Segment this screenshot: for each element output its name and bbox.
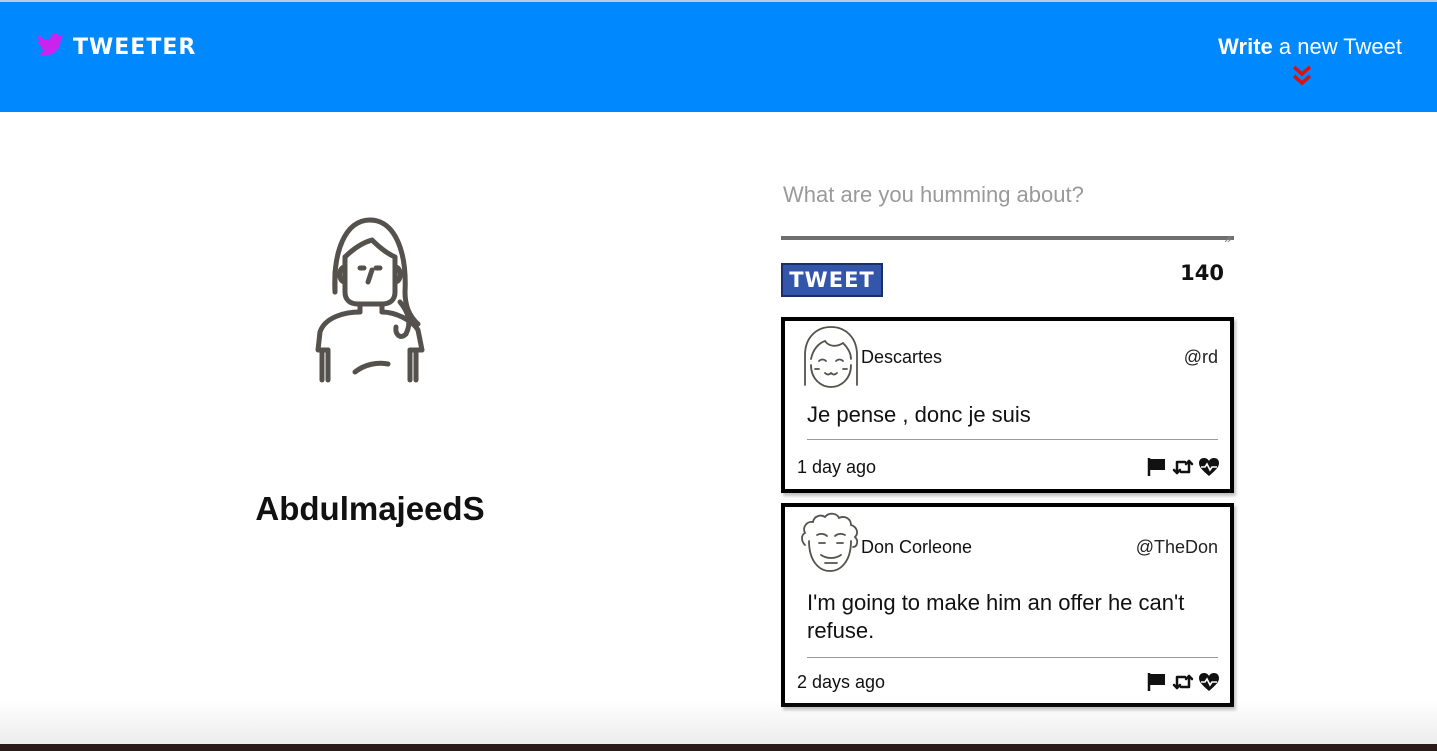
tweet-author-handle[interactable]: @rd — [1184, 347, 1218, 368]
avatar — [799, 511, 859, 575]
brand[interactable]: TWEETER — [37, 32, 196, 62]
tweet-author-name[interactable]: Descartes — [861, 347, 942, 368]
tweet-text: Je pense , donc je suis — [807, 402, 1031, 427]
tweet-actions — [1146, 672, 1220, 692]
resize-grip-icon[interactable] — [1224, 230, 1232, 243]
footer-shadow — [0, 700, 1437, 746]
char-counter: 140 — [1180, 261, 1224, 285]
tweet-author-name[interactable]: Don Corleone — [861, 537, 972, 558]
flag-icon[interactable] — [1146, 672, 1168, 692]
tweet-card: Descartes @rd Je pense , donc je suis 1 … — [781, 317, 1234, 493]
tweet-textarea[interactable] — [781, 176, 1234, 240]
profile-avatar — [300, 212, 440, 384]
compose-bold: Write — [1218, 34, 1273, 59]
tweet-button[interactable]: TWEET — [781, 263, 883, 297]
tweet-actions — [1146, 457, 1220, 477]
bird-icon — [37, 33, 64, 62]
tweet-timestamp: 2 days ago — [797, 672, 886, 692]
compose-rest: a new Tweet — [1272, 34, 1402, 59]
divider — [807, 657, 1218, 658]
brand-name: TWEETER — [73, 34, 197, 60]
retweet-icon[interactable] — [1172, 672, 1194, 692]
flag-icon[interactable] — [1146, 457, 1168, 477]
page: TWEETER Write a new Tweet AbdulmajeedS W… — [0, 0, 1437, 751]
tweet-text: I'm going to make him an offer he can't … — [807, 590, 1185, 643]
retweet-icon[interactable] — [1172, 457, 1194, 477]
heart-icon[interactable] — [1198, 672, 1220, 692]
window-bottom-edge — [0, 744, 1437, 751]
divider — [807, 439, 1218, 440]
tweet-card: Don Corleone @TheDon I'm going to make h… — [781, 503, 1234, 707]
profile-username: AbdulmajeedS — [255, 490, 485, 527]
navbar: TWEETER Write a new Tweet — [0, 2, 1437, 112]
compose-toggle[interactable]: Write a new Tweet — [1218, 34, 1402, 60]
heart-icon[interactable] — [1198, 457, 1220, 477]
double-chevron-down-icon[interactable] — [1289, 64, 1315, 88]
tweet-author-handle[interactable]: @TheDon — [1136, 537, 1218, 558]
avatar — [801, 325, 861, 389]
tweet-timestamp: 1 day ago — [797, 457, 877, 477]
